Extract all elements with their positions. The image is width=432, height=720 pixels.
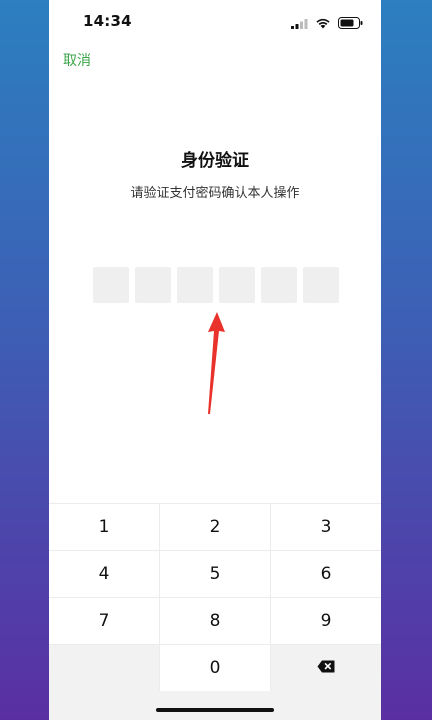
status-time: 14:34	[83, 12, 132, 30]
key-2[interactable]: 2	[160, 504, 271, 550]
signal-icon	[291, 14, 308, 33]
wifi-icon	[315, 14, 331, 33]
keypad-row: 4 5 6	[49, 550, 381, 597]
pin-digit-box[interactable]	[303, 267, 339, 303]
key-6[interactable]: 6	[271, 551, 381, 597]
cancel-button[interactable]: 取消	[63, 50, 91, 70]
key-8[interactable]: 8	[160, 598, 271, 644]
keypad-row: 7 8 9	[49, 597, 381, 644]
status-bar: 14:34	[49, 0, 381, 44]
key-3[interactable]: 3	[271, 504, 381, 550]
page-subtitle: 请验证支付密码确认本人操作	[130, 186, 300, 201]
page-title: 身份验证	[181, 151, 249, 171]
status-icons	[291, 14, 363, 33]
key-5[interactable]: 5	[160, 551, 271, 597]
battery-icon	[338, 14, 363, 33]
pin-digit-box[interactable]	[219, 267, 255, 303]
pin-digit-box[interactable]	[135, 267, 171, 303]
pin-digit-box[interactable]	[93, 267, 129, 303]
key-0[interactable]: 0	[160, 645, 271, 691]
key-blank	[49, 645, 160, 691]
pin-digit-box[interactable]	[261, 267, 297, 303]
home-indicator[interactable]	[156, 708, 274, 712]
key-7[interactable]: 7	[49, 598, 160, 644]
key-4[interactable]: 4	[49, 551, 160, 597]
key-1[interactable]: 1	[49, 504, 160, 550]
delete-icon	[317, 658, 335, 678]
pin-input[interactable]	[93, 267, 339, 303]
key-9[interactable]: 9	[271, 598, 381, 644]
pin-digit-box[interactable]	[177, 267, 213, 303]
number-keypad: 1 2 3 4 5 6 7 8 9 0	[49, 503, 381, 720]
red-arrow-annotation	[197, 310, 227, 424]
keypad-row: 0	[49, 644, 381, 691]
phone-screen: 14:34 取消 身份验证 请验证支付密码确认本人操作 1 2 3 4 5 6 …	[49, 0, 381, 720]
keypad-row: 1 2 3	[49, 503, 381, 550]
delete-key[interactable]	[271, 645, 381, 691]
